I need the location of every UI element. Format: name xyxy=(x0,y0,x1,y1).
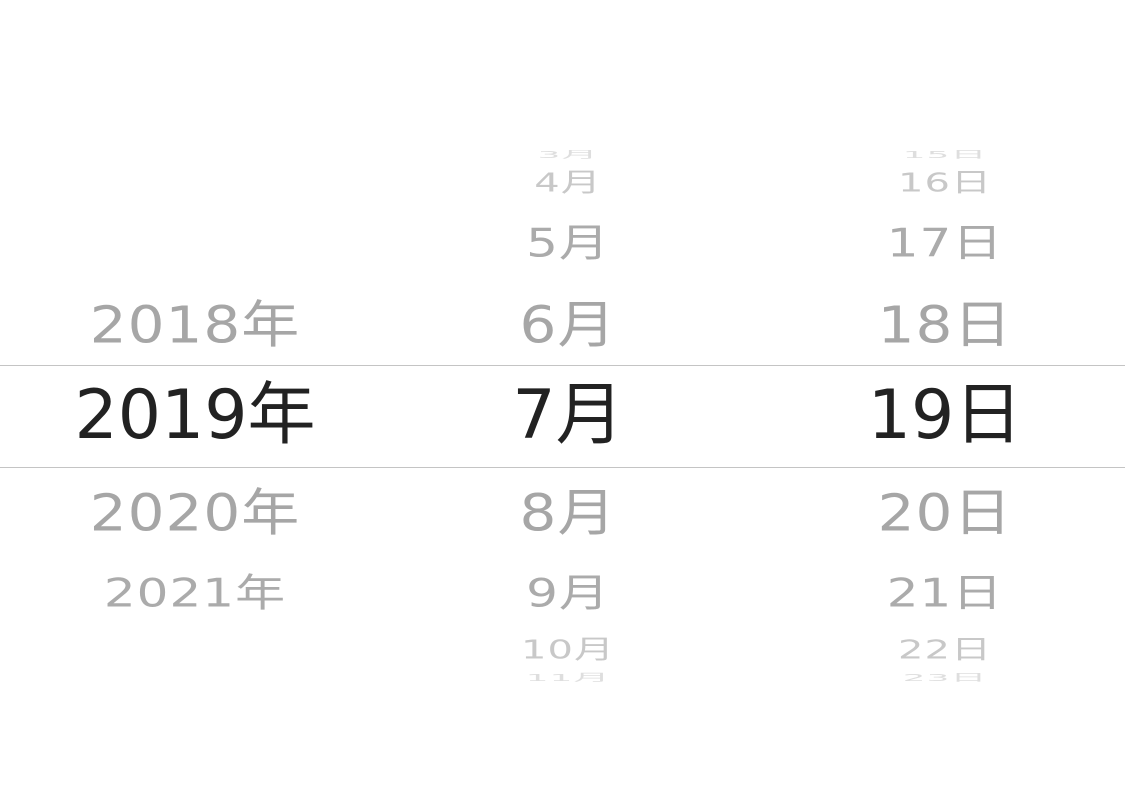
day-option[interactable]: 16日 xyxy=(765,157,1125,209)
day-option[interactable]: 23日 xyxy=(765,667,1125,682)
year-option[interactable]: 2020年 xyxy=(15,478,375,548)
day-option[interactable]: 17日 xyxy=(765,212,1125,274)
month-option[interactable]: 11月 xyxy=(388,667,748,682)
year-option-selected[interactable]: 2019年 xyxy=(15,376,375,456)
day-option[interactable]: 18日 xyxy=(765,290,1125,360)
month-option[interactable]: 8月 xyxy=(388,478,748,548)
month-wheel[interactable]: 3月 4月 5月 6月 7月 8月 9月 10月 11月 xyxy=(388,150,748,682)
year-wheel[interactable]: 2018年 2019年 2020年 2021年 xyxy=(15,150,375,682)
month-option-selected[interactable]: 7月 xyxy=(388,376,748,456)
month-option[interactable]: 5月 xyxy=(388,212,748,274)
year-option[interactable]: 2018年 xyxy=(15,290,375,360)
day-wheel[interactable]: 15日 16日 17日 18日 19日 20日 21日 22日 23日 xyxy=(765,150,1125,682)
month-option[interactable]: 4月 xyxy=(388,157,748,209)
day-option[interactable]: 20日 xyxy=(765,478,1125,548)
day-option[interactable]: 21日 xyxy=(765,562,1125,624)
month-option[interactable]: 6月 xyxy=(388,290,748,360)
day-option-selected[interactable]: 19日 xyxy=(765,376,1125,456)
year-option[interactable]: 2021年 xyxy=(15,562,375,624)
month-option[interactable]: 9月 xyxy=(388,562,748,624)
date-picker[interactable]: 2018年 2019年 2020年 2021年 3月 4月 5月 6月 7月 8月 9月 10月 11… xyxy=(0,150,1125,682)
